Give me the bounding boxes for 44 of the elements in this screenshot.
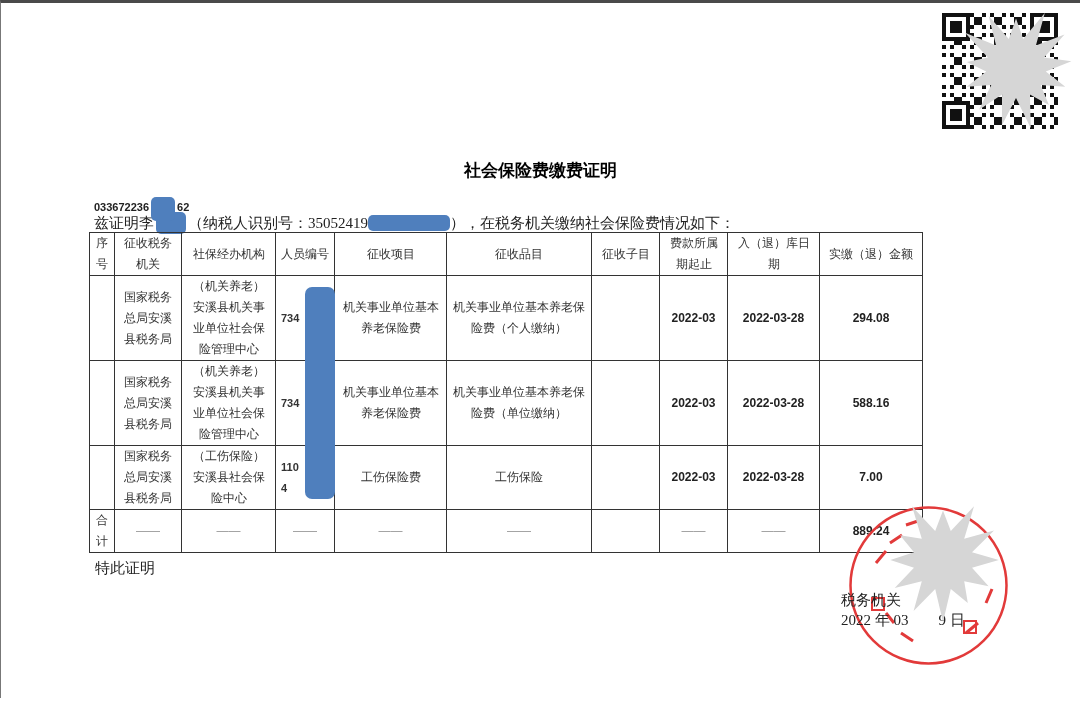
table-cell: ——	[181, 509, 276, 553]
table-cell: ——	[275, 509, 335, 553]
table-cell: 机关事业单位基本养老保险费（单位缴纳）	[446, 360, 592, 446]
table-cell: ——	[727, 509, 820, 553]
table-cell: （机关养老）安溪县机关事业单位社会保险管理中心	[181, 360, 276, 446]
table-cell: 工伤保险	[446, 445, 592, 510]
closing-text: 特此证明	[95, 559, 156, 578]
column-header: 实缴（退）金额	[819, 232, 923, 276]
table-cell: 机关事业单位基本养老保险费（个人缴纳）	[446, 275, 592, 361]
table-cell: 2022-03-28	[727, 445, 820, 510]
statement-text: （纳税人识别号：35052419	[188, 213, 368, 233]
table-cell: ——	[334, 509, 447, 553]
column-header: 社保经办机构	[181, 232, 276, 276]
table-cell: （工伤保险）安溪县社会保险中心	[181, 445, 276, 510]
reference-number: 033672236	[94, 201, 150, 213]
table-cell: 2022-03	[659, 360, 728, 446]
statement-text: 兹证明李	[94, 213, 154, 233]
table-cell: 294.08	[819, 275, 923, 361]
column-header: 人员编号	[275, 232, 335, 276]
table-cell: 2022-03-28	[727, 360, 820, 446]
reference-number: 62	[177, 201, 190, 213]
table-cell: ——	[114, 509, 182, 553]
table-cell: 588.16	[819, 360, 923, 446]
column-header: 费款所属期起止	[659, 232, 728, 276]
document-title: 社会保险费缴费证明	[463, 160, 618, 182]
column-header: 征收税务机关	[114, 232, 182, 276]
table-cell: 国家税务总局安溪县税务局	[114, 445, 182, 510]
table-cell: 国家税务总局安溪县税务局	[114, 275, 182, 361]
column-header: 征收品目	[446, 232, 592, 276]
table-cell: 2022-03	[659, 275, 728, 361]
table-cell: 国家税务总局安溪县税务局	[114, 360, 182, 446]
table-cell: ——	[659, 509, 728, 553]
table-cell: 7.00	[819, 445, 923, 510]
table-cell: 2022-03-28	[727, 275, 820, 361]
column-header: 入（退）库日期	[727, 232, 820, 276]
total-label: 合计	[89, 509, 115, 553]
table-cell: ——	[446, 509, 592, 553]
column-header: 序号	[89, 232, 115, 276]
column-header: 征收项目	[334, 232, 447, 276]
table-cell: （机关养老）安溪县机关事业单位社会保险管理中心	[181, 275, 276, 361]
statement-text: ），在税务机关缴纳社会保险费情况如下：	[450, 213, 735, 233]
column-header: 征收子目	[591, 232, 660, 276]
redaction-block	[151, 197, 176, 221]
table-cell: 2022-03	[659, 445, 728, 510]
